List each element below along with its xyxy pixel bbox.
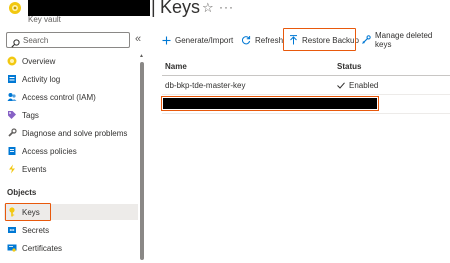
collapse-sidebar-icon[interactable]: « bbox=[135, 33, 141, 45]
key-vault-icon bbox=[8, 1, 22, 15]
favorite-star-icon[interactable]: ☆ bbox=[202, 0, 214, 16]
sidebar-item-access-policies[interactable]: Access policies bbox=[4, 143, 138, 159]
sidebar-item-label: Activity log bbox=[22, 74, 61, 84]
row-divider bbox=[162, 94, 450, 95]
refresh-label: Refresh bbox=[255, 35, 284, 45]
sidebar-item-activity-log[interactable]: Activity log bbox=[4, 71, 138, 87]
keys-highlight-box bbox=[5, 203, 51, 221]
column-header-name[interactable]: Name bbox=[165, 62, 187, 71]
sidebar-item-label: Access control (IAM) bbox=[22, 92, 96, 102]
column-header-status[interactable]: Status bbox=[337, 62, 361, 71]
key-name-link[interactable]: db-bkp-tde-master-key bbox=[165, 81, 245, 90]
sidebar-item-label: Access policies bbox=[22, 146, 77, 156]
sidebar-search[interactable] bbox=[6, 32, 130, 48]
sidebar-item-label: Tags bbox=[22, 110, 39, 120]
iam-icon bbox=[7, 92, 17, 102]
sidebar-item-label: Secrets bbox=[22, 225, 50, 235]
search-input[interactable] bbox=[23, 34, 123, 46]
sidebar-item-label: Events bbox=[22, 164, 47, 174]
sidebar-item-secrets[interactable]: Secrets bbox=[4, 222, 138, 238]
manage-deleted-keys-button[interactable]: Manage deleted keys bbox=[361, 31, 450, 49]
sidebar-scrollbar[interactable] bbox=[140, 62, 144, 260]
generate-import-label: Generate/Import bbox=[175, 35, 234, 45]
sidebar-item-diagnose[interactable]: Diagnose and solve problems bbox=[4, 125, 138, 141]
plus-icon bbox=[162, 36, 171, 45]
activity-log-icon bbox=[7, 74, 17, 84]
redacted-resource-name bbox=[28, 0, 150, 16]
manage-deleted-keys-label: Manage deleted keys bbox=[375, 31, 433, 49]
page-title: Keys bbox=[160, 0, 201, 17]
refresh-button[interactable]: Refresh bbox=[241, 33, 283, 47]
section-objects-label: Objects bbox=[7, 188, 37, 197]
overview-icon bbox=[7, 56, 17, 66]
secrets-icon bbox=[7, 225, 17, 235]
generate-import-button[interactable]: Generate/Import bbox=[162, 33, 233, 47]
sidebar-item-access-control[interactable]: Access control (IAM) bbox=[4, 89, 138, 105]
certificate-icon bbox=[7, 243, 17, 253]
checkmark-icon bbox=[337, 82, 345, 89]
title-separator: | bbox=[151, 0, 156, 17]
sidebar-item-label: Overview bbox=[22, 56, 56, 66]
sidebar-item-certificates[interactable]: Certificates bbox=[4, 240, 138, 256]
sidebar-item-overview[interactable]: Overview bbox=[4, 53, 138, 69]
sidebar-item-label: Diagnose and solve problems bbox=[22, 128, 128, 138]
sidebar-item-events[interactable]: Events bbox=[4, 161, 138, 177]
lightning-icon bbox=[7, 164, 17, 174]
more-options-icon[interactable]: ··· bbox=[219, 0, 234, 14]
tag-icon bbox=[7, 110, 17, 120]
redacted-key-row bbox=[163, 98, 377, 109]
refresh-icon bbox=[241, 35, 251, 45]
key-pencil-icon bbox=[361, 35, 371, 45]
wrench-icon bbox=[7, 128, 17, 138]
restore-backup-highlight-box bbox=[283, 28, 356, 51]
access-policies-icon bbox=[7, 146, 17, 156]
status-text: Enabled bbox=[349, 81, 379, 90]
row-divider bbox=[162, 113, 450, 114]
scroll-up-arrow-icon[interactable]: ▲ bbox=[139, 53, 144, 59]
resource-type-label: Key vault bbox=[28, 15, 61, 24]
sidebar-item-tags[interactable]: Tags bbox=[4, 107, 138, 123]
header-divider bbox=[162, 75, 450, 76]
status-cell: Enabled bbox=[337, 81, 378, 90]
sidebar-item-label: Certificates bbox=[22, 243, 63, 253]
search-icon bbox=[11, 35, 20, 53]
